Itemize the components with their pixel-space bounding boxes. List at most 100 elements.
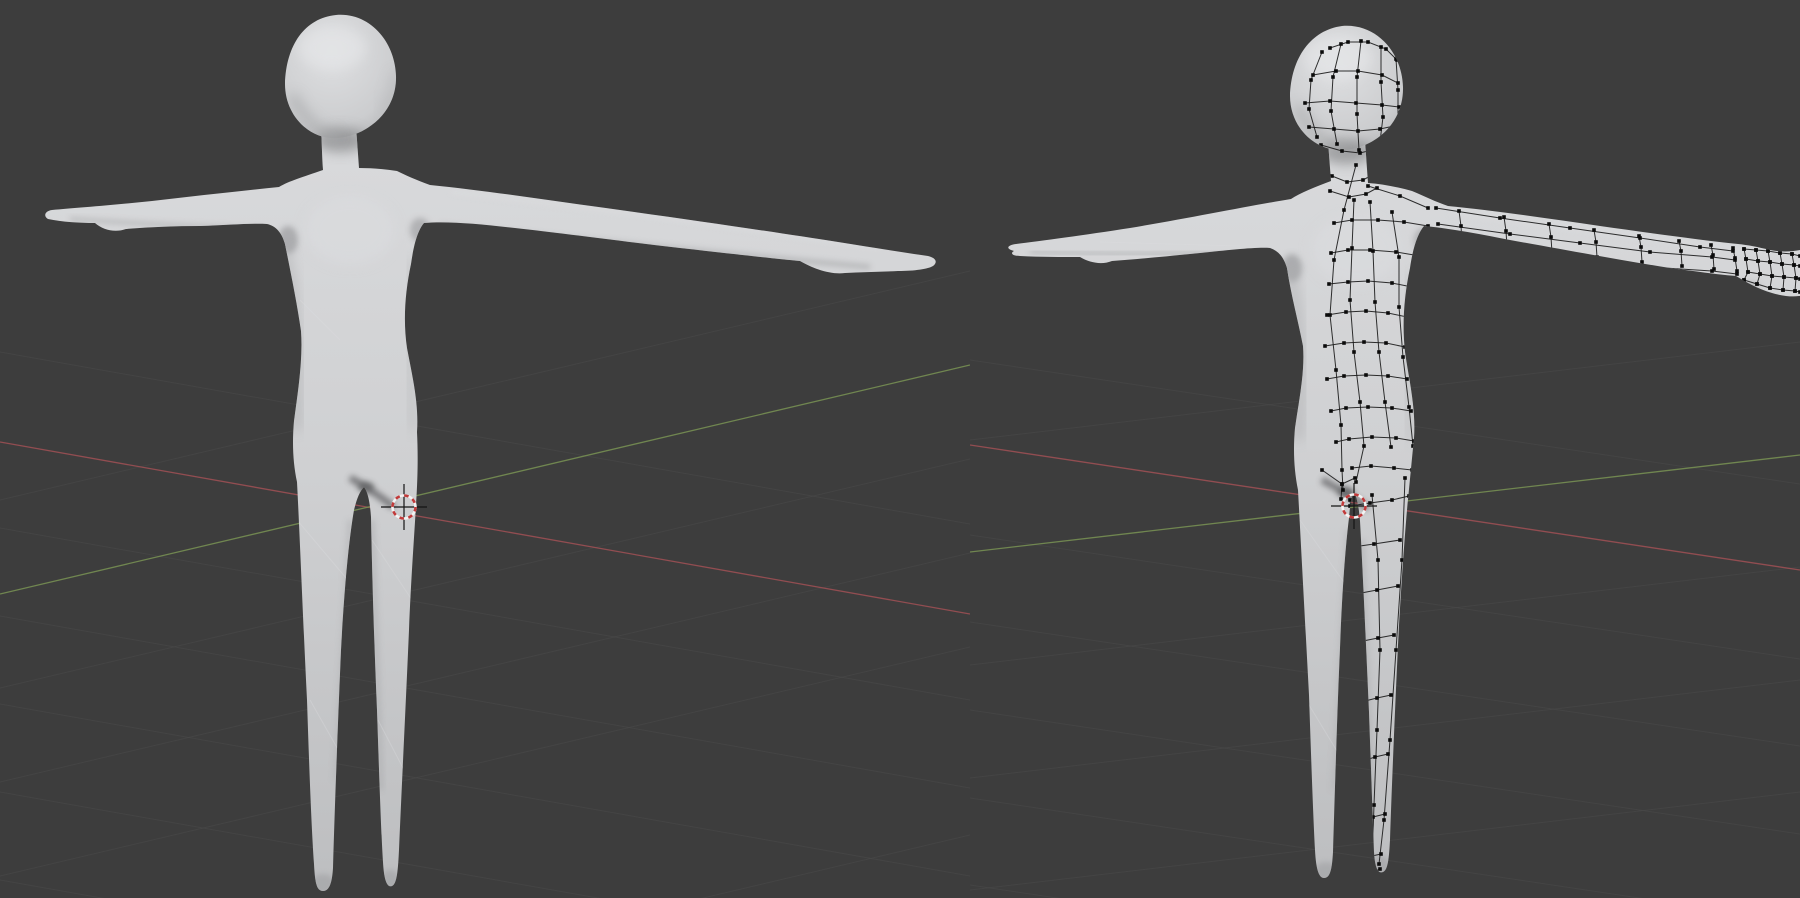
vertex-dot[interactable] [1395,58,1399,62]
vertex-dot[interactable] [1766,249,1770,253]
vertex-dot[interactable] [1394,648,1398,652]
vertex-dot[interactable] [1346,40,1350,44]
vertex-dot[interactable] [1364,798,1368,802]
vertex-dot[interactable] [1366,40,1370,44]
vertex-dot[interactable] [1403,476,1407,480]
vertex-dot[interactable] [1332,258,1336,262]
vertex-dot[interactable] [1329,409,1333,413]
vertex-dot[interactable] [1354,163,1358,167]
vertex-dot[interactable] [1328,189,1332,193]
vertex-dot[interactable] [1386,311,1390,315]
vertex-dot[interactable] [1390,498,1394,502]
vertex-dot[interactable] [1334,440,1338,444]
vertex-dot[interactable] [1595,255,1599,259]
vertex-dot[interactable] [1504,229,1508,233]
vertex-dot[interactable] [1390,406,1394,410]
vertex-dot[interactable] [1390,210,1394,214]
vertex-dot[interactable] [1309,78,1313,82]
vertex-dot[interactable] [1366,405,1370,409]
vertex-dot[interactable] [1358,151,1362,155]
vertex-dot[interactable] [1426,224,1430,228]
vertex-dot[interactable] [1311,73,1315,77]
vertex-dot[interactable] [1368,501,1372,505]
vertex-dot[interactable] [1398,194,1402,198]
vertex-dot[interactable] [1508,248,1512,252]
vertex-dot[interactable] [1379,45,1383,49]
vertex-dot[interactable] [1780,262,1784,266]
vertex-dot[interactable] [1303,101,1307,105]
vertex-dot[interactable] [1379,80,1383,84]
vertex-dot[interactable] [1758,272,1762,276]
vertex-dot[interactable] [1370,493,1374,497]
vertex-dot[interactable] [1361,718,1365,722]
vertex-dot[interactable] [1397,305,1401,309]
vertex-dot[interactable] [1383,400,1387,404]
vertex-dot[interactable] [1372,870,1376,874]
vertex-dot[interactable] [1374,147,1378,151]
vertex-dot[interactable] [1351,545,1355,549]
vertex-dot[interactable] [1375,588,1379,592]
vertex-dot[interactable] [1648,265,1652,269]
vertex-dot[interactable] [1394,436,1398,440]
vertex-dot[interactable] [1388,144,1392,148]
vertex-dot[interactable] [1356,129,1360,133]
vertex-dot[interactable] [1366,858,1370,862]
vertex-dot[interactable] [1372,172,1376,176]
vertex-dot[interactable] [1380,73,1384,77]
vertex-dot[interactable] [1401,355,1405,359]
vertex-dot[interactable] [1378,127,1382,131]
vertex-dot[interactable] [1436,222,1440,226]
vertex-dot[interactable] [1373,300,1377,304]
vertex-dot[interactable] [1345,180,1349,184]
vertex-dot[interactable] [1768,286,1772,290]
vertex-dot[interactable] [1388,738,1392,742]
vertex-dot[interactable] [1389,445,1393,449]
vertex-dot[interactable] [1346,280,1350,284]
vertex-dot[interactable] [1392,633,1396,637]
vertex-dot[interactable] [1328,46,1332,50]
vertex-dot[interactable] [1375,186,1379,190]
vertex-dot[interactable] [1709,243,1713,247]
vertex-dot[interactable] [1459,224,1463,228]
vertex-dot[interactable] [1320,468,1324,472]
vertex-dot[interactable] [1381,115,1385,119]
vertex-dot[interactable] [1386,139,1390,143]
vertex-dot[interactable] [1340,468,1344,472]
vertex-dot[interactable] [1405,377,1409,381]
vertex-dot[interactable] [1330,174,1334,178]
vertex-dot[interactable] [1347,437,1351,441]
vertex-dot[interactable] [1342,374,1346,378]
vertex-dot[interactable] [1677,239,1681,243]
vertex-dot[interactable] [1438,238,1442,242]
vertex-dot[interactable] [1457,209,1461,213]
vertex-dot[interactable] [1396,584,1400,588]
vertex-dot[interactable] [1315,135,1319,139]
vertex-dot[interactable] [1782,275,1786,279]
vertex-dot[interactable] [1394,250,1398,254]
vertex-dot[interactable] [1328,99,1332,103]
vertex-dot[interactable] [1365,868,1369,872]
vertex-dot[interactable] [1329,109,1333,113]
vertex-dot[interactable] [1353,476,1357,480]
vertex-dot[interactable] [1397,255,1401,259]
vertex-dot[interactable] [1498,216,1502,220]
vertex-dot[interactable] [1348,298,1352,302]
vertex-dot[interactable] [1332,127,1336,131]
vertex-dot[interactable] [1307,125,1311,129]
vertex-dot[interactable] [1327,282,1331,286]
vertex-dot[interactable] [1409,409,1413,413]
vertex-dot[interactable] [1362,444,1366,448]
vertex-dot[interactable] [1418,254,1422,258]
vertex-dot[interactable] [1398,538,1402,542]
vertex-dot[interactable] [1373,755,1377,759]
vertex-dot[interactable] [1396,88,1400,92]
vertex-dot[interactable] [1592,228,1596,232]
vertex-dot[interactable] [1407,405,1411,409]
vertex-dot[interactable] [1363,818,1367,822]
vertex-dot[interactable] [1698,245,1702,249]
vertex-dot[interactable] [1550,251,1554,255]
vertex-dot[interactable] [1733,256,1737,260]
character-mesh-shaded[interactable] [45,15,936,894]
vertex-dot[interactable] [1679,249,1683,253]
vertex-dot[interactable] [1358,638,1362,642]
